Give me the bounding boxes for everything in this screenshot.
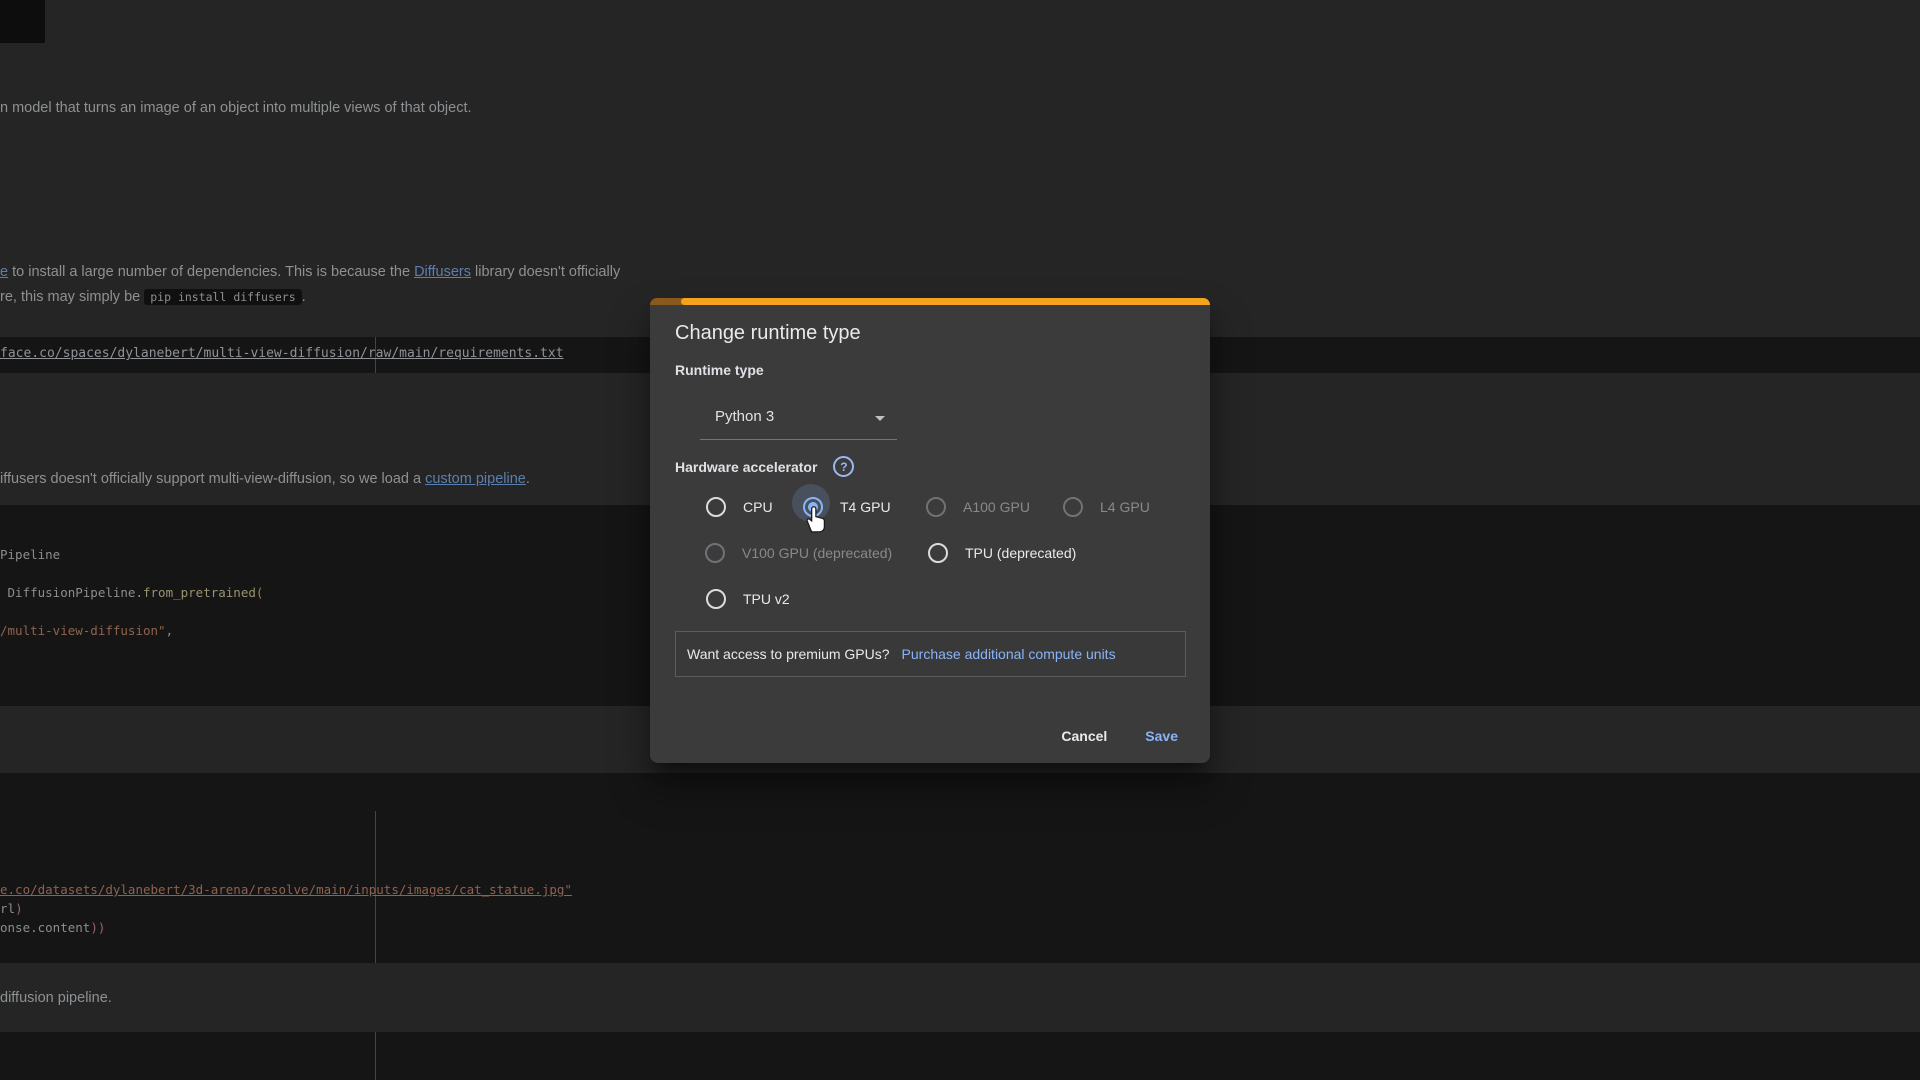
requirements-url-text[interactable]: face.co/spaces/dylanebert/multi-view-dif…: [0, 346, 564, 361]
code-paren: )): [90, 920, 105, 935]
change-runtime-type-dialog: Change runtime type /* position fix appl…: [650, 298, 1210, 763]
markdown-text: library doesn't officially: [471, 264, 620, 280]
radio-l4-gpu[interactable]: L4 GPU: [1063, 495, 1150, 519]
radio-cpu[interactable]: CPU: [706, 495, 773, 519]
radio-t4-gpu[interactable]: T4 GPU: [803, 495, 891, 519]
purchase-compute-units-link[interactable]: Purchase additional compute units: [902, 646, 1116, 662]
markdown-pip-line: re, this may simply be pip install diffu…: [0, 289, 306, 305]
radio-circle-selected[interactable]: [803, 497, 823, 517]
custom-pipeline-link[interactable]: custom pipeline: [425, 471, 526, 487]
dialog-actions: Cancel Save: [1045, 719, 1194, 753]
markdown-text: n model that turns an image of an object…: [0, 100, 472, 116]
radio-tpu-v2[interactable]: TPU v2: [706, 587, 790, 611]
code-line: /multi-view-diffusion",: [0, 623, 173, 638]
radio-tpu-deprecated[interactable]: TPU (deprecated): [928, 541, 1076, 565]
cell-divider-line: [375, 1032, 376, 1080]
truncated-link-fragment[interactable]: e: [0, 264, 8, 280]
radio-label: CPU: [743, 499, 773, 515]
radio-label: TPU v2: [743, 591, 790, 607]
radio-circle[interactable]: [706, 497, 726, 517]
markdown-dependencies-line: e to install a large number of dependenc…: [0, 264, 620, 280]
markdown-text: diffusion pipeline.: [0, 990, 112, 1006]
markdown-text: to install a large number of dependencie…: [8, 264, 414, 280]
code-identifier: onse.content: [0, 920, 90, 935]
radio-v100-gpu-deprecated[interactable]: V100 GPU (deprecated): [705, 541, 892, 565]
cancel-button[interactable]: Cancel: [1045, 719, 1123, 753]
code-line: rl): [0, 901, 23, 916]
runtime-type-select[interactable]: Python 3: [700, 398, 897, 440]
top-left-dark-patch: [0, 0, 45, 43]
code-paren: ): [15, 901, 23, 916]
code-identifier: DiffusionPipeline: [0, 585, 135, 600]
diffusers-link[interactable]: Diffusers: [414, 264, 471, 280]
inline-code-chip: pip install diffusers: [144, 289, 301, 305]
hardware-accelerator-label: Hardware accelerator: [675, 459, 817, 475]
code-function: .from_pretrained: [135, 585, 255, 600]
code-line: DiffusionPipeline.from_pretrained(: [0, 585, 263, 600]
premium-gpu-banner: Want access to premium GPUs? Purchase ad…: [675, 631, 1186, 677]
markdown-custom-pipeline-line: iffusers doesn't officially support mult…: [0, 471, 530, 487]
markdown-outro-line: diffusion pipeline.: [0, 990, 112, 1006]
code-paren: (: [256, 585, 264, 600]
radio-circle[interactable]: [926, 497, 946, 517]
radio-circle[interactable]: [928, 543, 948, 563]
radio-circle[interactable]: [706, 589, 726, 609]
runtime-type-value: Python 3: [715, 408, 774, 425]
code-identifier: rl: [0, 901, 15, 916]
markdown-text: re, this may simply be: [0, 289, 144, 305]
code-line: onse.content)): [0, 920, 105, 935]
radio-label: A100 GPU: [963, 499, 1030, 515]
code-string-url[interactable]: e.co/datasets/dylanebert/3d-arena/resolv…: [0, 882, 572, 897]
radio-circle[interactable]: [705, 543, 725, 563]
radio-label: TPU (deprecated): [965, 545, 1076, 561]
code-line: e.co/datasets/dylanebert/3d-arena/resolv…: [0, 882, 572, 897]
markdown-intro-line: n model that turns an image of an object…: [0, 100, 472, 116]
code-string: /multi-view-diffusion": [0, 623, 166, 638]
code-cell-fetch-image[interactable]: e.co/datasets/dylanebert/3d-arena/resolv…: [0, 773, 1920, 963]
chevron-down-icon: [875, 416, 885, 421]
progress-bar-fill: [681, 298, 1210, 305]
markdown-text: .: [526, 471, 530, 487]
save-button[interactable]: Save: [1129, 719, 1194, 753]
code-comma: ,: [166, 623, 174, 638]
code-cell-bottom[interactable]: [0, 1032, 1920, 1080]
dialog-progress-bar: [650, 298, 1210, 305]
dialog-title: Change runtime type: [675, 322, 861, 345]
radio-circle[interactable]: [1063, 497, 1083, 517]
radio-a100-gpu[interactable]: A100 GPU: [926, 495, 1030, 519]
colab-notebook-dimmed-background: n model that turns an image of an object…: [0, 0, 1920, 1080]
runtime-type-label: Runtime type: [675, 362, 764, 378]
radio-label: T4 GPU: [840, 499, 891, 515]
hardware-accelerator-row: Hardware accelerator ?: [675, 456, 854, 477]
radio-label: L4 GPU: [1100, 499, 1150, 515]
markdown-text: iffusers doesn't officially support mult…: [0, 471, 425, 487]
code-line: Pipeline: [0, 547, 60, 562]
radio-label: V100 GPU (deprecated): [742, 545, 892, 561]
banner-question: Want access to premium GPUs?: [687, 646, 890, 662]
markdown-text: .: [302, 289, 306, 305]
help-icon[interactable]: ?: [833, 456, 854, 477]
